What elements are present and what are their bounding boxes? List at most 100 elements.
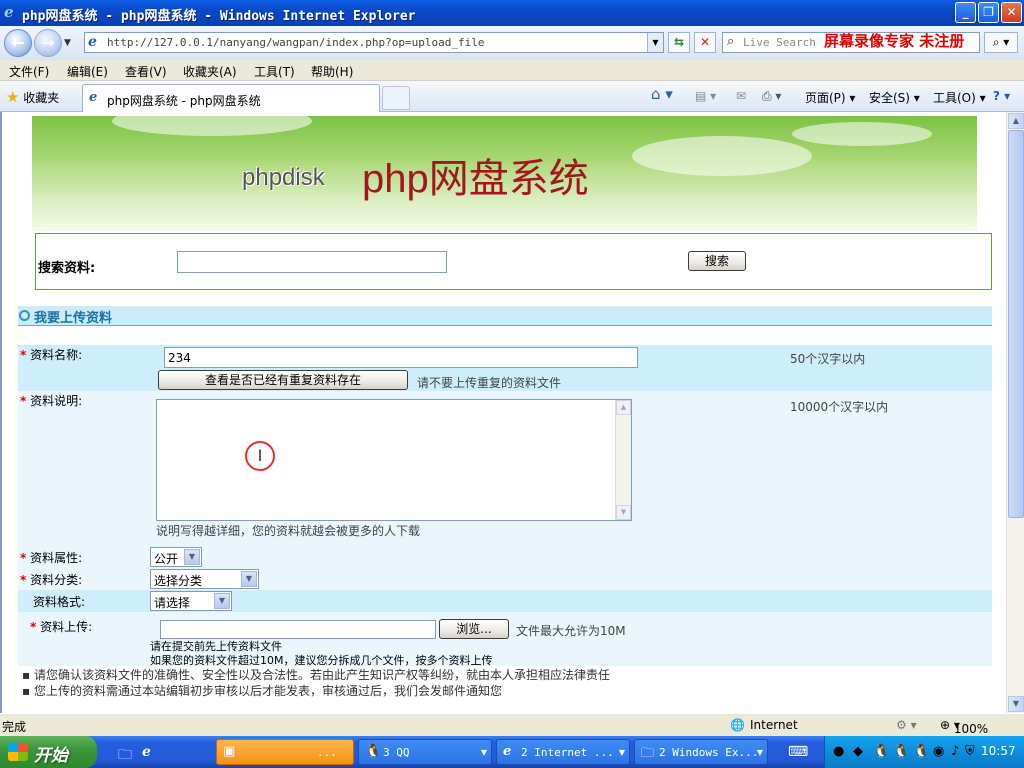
feeds-icon[interactable]: ▤ ▾ <box>695 89 716 103</box>
taskbar-item-internet-explorer[interactable]: e 2 Internet ... ▼ <box>496 739 630 765</box>
address-bar: ← → ▼ e http://127.0.0.1/nanyang/wangpan… <box>0 26 1024 60</box>
resource-name-input[interactable]: 234 <box>164 347 638 368</box>
search-button[interactable]: 搜索 <box>688 251 746 271</box>
description-row: * 资料说明: ▲ ▼ 10000个汉字以内 说明写得越详细，您的资料就越会被更… <box>18 391 992 546</box>
status-text: 完成 <box>2 720 27 734</box>
check-duplicate-button[interactable]: 查看是否已经有重复资料存在 <box>158 370 408 390</box>
description-label: 资料说明: <box>30 394 83 408</box>
globe-icon: 🌐 <box>730 718 745 732</box>
safety-menu-label: 安全(S) <box>869 91 910 105</box>
back-button[interactable]: ← <box>4 29 32 57</box>
close-button[interactable]: ✕ <box>1001 2 1022 23</box>
chevron-down-icon: ▼ <box>184 549 200 565</box>
tray-app-icon[interactable]: ● <box>833 744 844 759</box>
security-zone: Internet <box>750 718 798 732</box>
group-arrow-icon: ▼ <box>480 748 487 757</box>
window-titlebar: e php网盘系统 - php网盘系统 - Windows Internet E… <box>0 0 1024 26</box>
maximize-button[interactable]: ❐ <box>978 2 999 23</box>
taskbar-item-recorder[interactable]: ▣ ... <box>216 739 354 765</box>
favorites-button[interactable]: ★ 收藏夹 <box>6 88 59 106</box>
ie-logo-icon: e <box>4 3 14 21</box>
browser-tab[interactable]: e php网盘系统 - php网盘系统 <box>82 84 380 112</box>
text-cursor-icon: I <box>245 441 275 471</box>
home-icon[interactable]: ⌂ ▾ <box>651 85 673 103</box>
name-row: * 资料名称: 234 50个汉字以内 查看是否已经有重复资料存在 请不要上传重… <box>18 345 992 391</box>
show-desktop-icon[interactable]: 🗀 <box>118 744 132 768</box>
browse-button[interactable]: 浏览... <box>439 619 509 639</box>
page-menu[interactable]: 页面(P) ▾ <box>805 89 855 106</box>
attribute-select[interactable]: 公开 ▼ <box>150 547 202 567</box>
attribute-label: 资料属性: <box>30 551 83 565</box>
tray-app-icon[interactable]: ◆ <box>853 744 863 759</box>
new-tab-button[interactable] <box>382 86 410 110</box>
menu-edit[interactable]: 编辑(E) <box>67 63 108 80</box>
review-notice: ▪ 您上传的资料需通过本站编辑初步审核以后才能发表，审核通过后，我们会发邮件通知… <box>22 684 502 698</box>
system-tray: ● ◆ 🐧 🐧 🐧 ◉ ♪ ⛨ 10:57 <box>824 736 1024 768</box>
url-input[interactable]: e http://127.0.0.1/nanyang/wangpan/index… <box>84 32 664 53</box>
scrollbar-thumb[interactable] <box>1008 130 1024 518</box>
print-icon[interactable]: ⎙ ▾ <box>762 89 781 104</box>
tray-qq-icon[interactable]: 🐧 <box>893 744 909 759</box>
protected-mode-icon[interactable]: ⚙ ▾ <box>896 718 917 732</box>
favorites-label: 收藏夹 <box>23 91 60 105</box>
forward-button[interactable]: → <box>34 29 62 57</box>
duplicate-hint: 请不要上传重复的资料文件 <box>417 376 562 390</box>
group-arrow-icon: ▼ <box>618 748 625 757</box>
history-dropdown-icon[interactable]: ▼ <box>64 38 71 48</box>
scroll-down-icon[interactable]: ▼ <box>616 505 631 520</box>
tray-qq-icon[interactable]: 🐧 <box>913 744 929 759</box>
menu-help[interactable]: 帮助(H) <box>311 63 353 80</box>
search-placeholder: Live Search <box>743 36 816 49</box>
category-select[interactable]: 选择分类 ▼ <box>150 569 259 589</box>
stop-button[interactable]: ✕ <box>694 32 716 53</box>
description-length-hint: 10000个汉字以内 <box>790 400 889 414</box>
refresh-button[interactable]: ⇆ <box>668 32 690 53</box>
scroll-up-icon[interactable]: ▲ <box>1008 113 1024 129</box>
app-icon: ▣ <box>223 744 236 759</box>
menu-tools[interactable]: 工具(T) <box>254 63 295 80</box>
format-select[interactable]: 请选择 ▼ <box>150 591 232 611</box>
menu-file[interactable]: 文件(F) <box>9 63 49 80</box>
zoom-level: 100% <box>953 722 989 736</box>
description-textarea[interactable]: ▲ ▼ <box>156 399 632 521</box>
help-icon[interactable]: ? ▾ <box>993 89 1010 103</box>
qq-penguin-icon: 🐧 <box>365 744 382 759</box>
mail-icon[interactable]: ✉ <box>736 89 746 103</box>
tab-page-icon: e <box>89 90 98 105</box>
taskbar-item-qq[interactable]: 🐧 3 QQ ▼ <box>358 739 492 765</box>
attribute-value: 公开 <box>154 552 179 566</box>
search-resource-input[interactable] <box>177 251 447 273</box>
review-notice-text: 您上传的资料需通过本站编辑初步审核以后才能发表，审核通过后，我们会发邮件通知您 <box>33 684 502 698</box>
window-title: php网盘系统 - php网盘系统 - Windows Internet Exp… <box>22 9 416 24</box>
tools-menu[interactable]: 工具(O) ▾ <box>933 89 986 106</box>
scroll-up-icon[interactable]: ▲ <box>616 400 631 415</box>
site-title: php网盘系统 <box>362 157 589 201</box>
page-scrollbar[interactable]: ▲ ▼ <box>1006 112 1024 713</box>
scroll-down-icon[interactable]: ▼ <box>1008 696 1024 712</box>
keyboard-icon[interactable]: ⌨ <box>788 744 808 760</box>
safety-menu[interactable]: 安全(S) ▾ <box>869 89 920 106</box>
url-dropdown-icon[interactable]: ▼ <box>647 33 663 52</box>
start-button[interactable]: 开始 <box>0 736 97 768</box>
tray-security-icon[interactable]: ⛨ <box>965 744 975 759</box>
zoom-control[interactable]: ⊕ 100% ▾ <box>940 718 988 736</box>
favorites-star-icon: ★ <box>6 88 20 106</box>
menu-view[interactable]: 查看(V) <box>125 63 167 80</box>
banner-cloud <box>632 136 812 176</box>
tray-chat-icon[interactable]: ◉ <box>933 744 944 759</box>
search-label: 搜索资料: <box>38 261 96 276</box>
tray-qq-icon[interactable]: 🐧 <box>873 744 889 759</box>
search-go-button[interactable]: ⌕ ▾ <box>984 32 1018 53</box>
file-path-input[interactable] <box>160 620 436 639</box>
ie-quicklaunch-icon[interactable]: e <box>142 744 151 760</box>
taskbar-item-windows-explorer[interactable]: 🗀 2 Windows Ex... ▼ <box>634 739 768 765</box>
menu-favorites[interactable]: 收藏夹(A) <box>183 63 237 80</box>
recorder-watermark: 屏幕录像专家 未注册 <box>824 32 965 50</box>
minimize-button[interactable]: _ <box>955 2 976 23</box>
textarea-scrollbar[interactable]: ▲ ▼ <box>615 400 631 520</box>
command-bar: ★ 收藏夹 e php网盘系统 - php网盘系统 ⌂ ▾ ▤ ▾ ✉ ⎙ ▾ … <box>0 81 1024 112</box>
category-label: 资料分类: <box>30 573 83 587</box>
tray-volume-icon[interactable]: ♪ <box>951 744 959 759</box>
name-label: 资料名称: <box>30 348 83 362</box>
page-content: phpdisk php网盘系统 搜索资料: 搜索 我要上传资料 * 资料名称: … <box>0 112 1006 713</box>
